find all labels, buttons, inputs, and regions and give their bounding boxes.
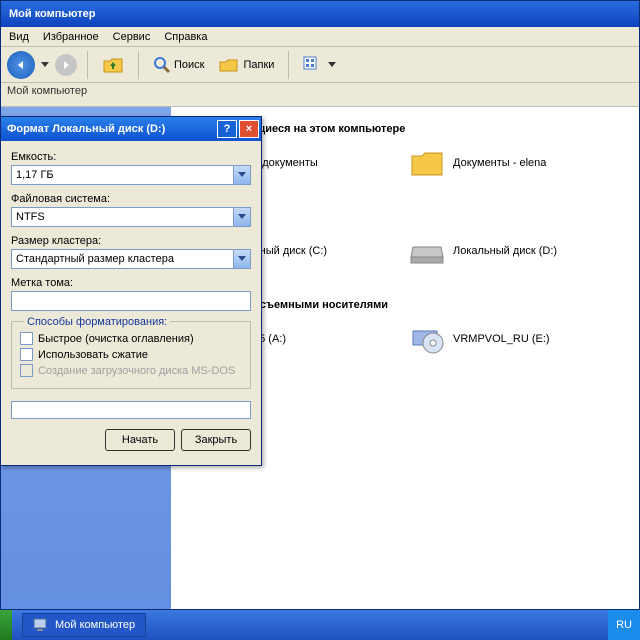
- views-icon: [303, 56, 325, 74]
- search-icon: [153, 56, 171, 74]
- menu-favorites[interactable]: Избранное: [43, 31, 99, 43]
- item-cdrom[interactable]: VRMPVOL_RU (E:): [409, 321, 599, 357]
- close-icon: ×: [246, 123, 252, 135]
- capacity-combo[interactable]: 1,17 ГБ: [11, 165, 251, 185]
- cluster-value: Стандартный размер кластера: [12, 253, 233, 265]
- nav-back-button[interactable]: [7, 51, 35, 79]
- explorer-titlebar: Мой компьютер: [1, 1, 639, 27]
- compression-label: Использовать сжатие: [38, 349, 148, 361]
- format-options-legend: Способы форматирования:: [24, 316, 170, 328]
- arrow-left-icon: [14, 58, 28, 72]
- explorer-title-text: Мой компьютер: [9, 8, 96, 20]
- nav-forward-button[interactable]: [55, 54, 77, 76]
- folders-icon: [218, 54, 240, 76]
- dialog-body: Емкость: 1,17 ГБ Файловая система: NTFS …: [1, 141, 261, 465]
- search-label: Поиск: [174, 59, 204, 71]
- msdos-label: Создание загрузочного диска MS-DOS: [38, 365, 235, 377]
- volume-input[interactable]: [11, 291, 251, 311]
- address-bar: Мой компьютер: [1, 83, 639, 107]
- compression-checkbox[interactable]: [20, 348, 33, 361]
- msdos-checkbox: [20, 364, 33, 377]
- start-button[interactable]: Начать: [105, 429, 175, 451]
- separator: [288, 51, 289, 79]
- filesystem-value: NTFS: [12, 211, 233, 223]
- capacity-value: 1,17 ГБ: [12, 169, 233, 181]
- msdos-row: Создание загрузочного диска MS-DOS: [20, 364, 242, 377]
- menu-help[interactable]: Справка: [164, 31, 207, 43]
- folder-up-button[interactable]: [98, 52, 128, 78]
- computer-icon: [33, 617, 49, 633]
- chevron-down-icon: [238, 214, 246, 220]
- filesystem-combo[interactable]: NTFS: [11, 207, 251, 227]
- filesystem-label: Файловая система:: [11, 193, 251, 205]
- dialog-close-button[interactable]: ×: [239, 120, 259, 138]
- chevron-down-icon: [238, 172, 246, 178]
- quick-format-row[interactable]: Быстрое (очистка оглавления): [20, 332, 242, 345]
- progress-bar: [11, 401, 251, 419]
- search-button[interactable]: Поиск: [149, 54, 208, 76]
- close-button[interactable]: Закрыть: [181, 429, 251, 451]
- item-label: Документы - elena: [453, 157, 546, 169]
- dialog-buttons: Начать Закрыть: [11, 429, 251, 461]
- cluster-label: Размер кластера:: [11, 235, 251, 247]
- capacity-label: Емкость:: [11, 151, 251, 163]
- combo-dropdown-button[interactable]: [233, 166, 250, 184]
- chevron-down-icon[interactable]: [41, 62, 49, 68]
- combo-dropdown-button[interactable]: [233, 208, 250, 226]
- taskbar-item-label: Мой компьютер: [55, 619, 135, 631]
- menu-tools[interactable]: Сервис: [113, 31, 151, 43]
- volume-label: Метка тома:: [11, 277, 251, 289]
- toolbar: Поиск Папки: [1, 47, 639, 83]
- folder-icon: [409, 145, 445, 181]
- system-tray[interactable]: RU: [608, 610, 640, 640]
- taskbar-item[interactable]: Мой компьютер: [22, 613, 146, 637]
- folders-button[interactable]: Папки: [214, 52, 278, 78]
- drive-icon: [409, 233, 445, 269]
- menubar: Вид Избранное Сервис Справка: [1, 27, 639, 47]
- quick-format-label: Быстрое (очистка оглавления): [38, 333, 194, 345]
- menu-view[interactable]: Вид: [9, 31, 29, 43]
- quick-format-checkbox[interactable]: [20, 332, 33, 345]
- compression-row[interactable]: Использовать сжатие: [20, 348, 242, 361]
- format-dialog: Формат Локальный диск (D:) ? × Емкость: …: [0, 116, 262, 466]
- cluster-combo[interactable]: Стандартный размер кластера: [11, 249, 251, 269]
- separator: [87, 51, 88, 79]
- item-drive-d[interactable]: Локальный диск (D:): [409, 233, 599, 269]
- dialog-titlebar[interactable]: Формат Локальный диск (D:) ? ×: [1, 117, 261, 141]
- arrow-right-icon: [61, 60, 71, 70]
- dialog-help-button[interactable]: ?: [217, 120, 237, 138]
- cdrom-icon: [409, 321, 445, 357]
- chevron-down-icon: [238, 256, 246, 262]
- format-options-fieldset: Способы форматирования: Быстрое (очистка…: [11, 321, 251, 389]
- chevron-down-icon: [328, 62, 336, 68]
- combo-dropdown-button[interactable]: [233, 250, 250, 268]
- item-label: Локальный диск (D:): [453, 245, 557, 257]
- dialog-title-text: Формат Локальный диск (D:): [7, 123, 215, 135]
- taskbar: Мой компьютер RU: [0, 610, 640, 640]
- item-label: VRMPVOL_RU (E:): [453, 333, 550, 345]
- folder-up-icon: [102, 54, 124, 76]
- start-button-edge[interactable]: [0, 610, 12, 640]
- question-icon: ?: [224, 123, 231, 135]
- separator: [138, 51, 139, 79]
- views-button[interactable]: [299, 54, 340, 76]
- folders-label: Папки: [243, 59, 274, 71]
- item-user-docs[interactable]: Документы - elena: [409, 145, 599, 181]
- language-indicator[interactable]: RU: [616, 619, 632, 631]
- address-text: Мой компьютер: [7, 85, 87, 97]
